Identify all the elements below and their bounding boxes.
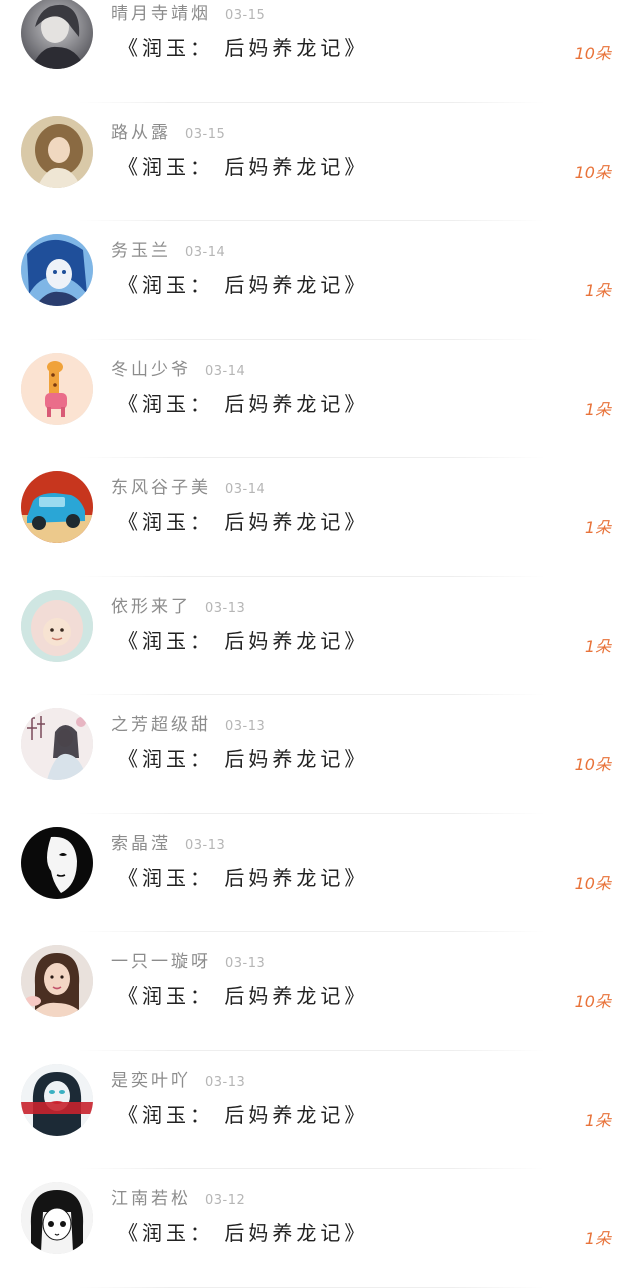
book-title: 《润玉： 后妈养龙记》 — [118, 984, 369, 1008]
flower-count: 1朵 — [584, 399, 611, 419]
book-title: 《润玉： 后妈养龙记》 — [118, 865, 369, 890]
avatar[interactable] — [21, 589, 93, 662]
avatar-curly-hair-portrait-icon — [21, 115, 93, 188]
flower-count: 1朵 — [584, 518, 611, 537]
book-title: 《润玉： 后妈养龙记》 — [118, 154, 369, 179]
user-name: 一只一璇呀 03-13 — [111, 952, 266, 972]
date: 03-13 — [185, 837, 226, 853]
flower-count: 1朵 — [584, 1229, 611, 1248]
list-item[interactable]: 冬山少爷 03-14 《润玉： 后妈养龙记》 1朵 — [0, 340, 633, 458]
avatar[interactable] — [21, 945, 93, 1017]
date: 03-15 — [225, 8, 266, 23]
date: 03-13 — [225, 956, 266, 971]
avatar-calligraphy-figure-icon — [21, 708, 93, 780]
book-title: 《润玉： 后妈养龙记》 — [118, 628, 369, 653]
user-name: 路从露 03-15 — [111, 122, 226, 143]
date: 03-12 — [205, 1193, 246, 1208]
avatar[interactable] — [21, 471, 93, 543]
date: 03-13 — [205, 600, 246, 616]
avatar-white-mask-icon — [21, 826, 93, 899]
book-title: 《润玉： 后妈养龙记》 — [118, 391, 369, 416]
flower-count: 1朵 — [584, 1110, 611, 1130]
date: 03-15 — [185, 126, 226, 142]
flower-count: 10朵 — [574, 992, 611, 1011]
avatar-blue-car-icon — [21, 471, 93, 543]
avatar-manga-girl-icon — [21, 1182, 93, 1254]
flower-count: 1朵 — [584, 636, 611, 656]
list-item[interactable]: 索晶滢 03-13 《润玉： 后妈养龙记》 10朵 — [0, 814, 633, 932]
divider — [78, 1286, 545, 1288]
list-item[interactable]: 依形来了 03-13 《润玉： 后妈养龙记》 1朵 — [0, 577, 633, 695]
book-title: 《润玉： 后妈养龙记》 — [118, 747, 369, 771]
flower-count: 10朵 — [574, 755, 611, 774]
list-item[interactable]: 是奕叶吖 03-13 《润玉： 后妈养龙记》 1朵 — [0, 1051, 633, 1169]
book-title: 《润玉： 后妈养龙记》 — [118, 36, 369, 60]
list-item[interactable]: 务玉兰 03-14 《润玉： 后妈养龙记》 1朵 — [0, 221, 633, 340]
avatar[interactable] — [21, 0, 93, 69]
list-item[interactable]: 路从露 03-15 《润玉： 后妈养龙记》 10朵 — [0, 103, 633, 221]
user-name: 冬山少爷 03-14 — [111, 359, 246, 380]
avatar-baby-hood-icon — [21, 589, 93, 662]
user-name: 务玉兰 03-14 — [111, 241, 226, 261]
book-title: 《润玉： 后妈养龙记》 — [118, 510, 369, 534]
flower-count: 10朵 — [574, 44, 611, 63]
avatar-girl-photo-icon — [21, 945, 93, 1017]
list-item[interactable]: 一只一璇呀 03-13 《润玉： 后妈养龙记》 10朵 — [0, 932, 633, 1051]
avatar-giraffe-icon — [21, 352, 93, 425]
avatar-gray-portrait-icon — [21, 0, 93, 69]
avatar[interactable] — [21, 352, 93, 425]
user-name: 索晶滢 03-13 — [111, 833, 226, 854]
date: 03-13 — [225, 719, 266, 734]
date: 03-14 — [225, 482, 266, 497]
list-item[interactable]: 之芳超级甜 03-13 《润玉： 后妈养龙记》 10朵 — [0, 695, 633, 814]
user-name: 晴月寺靖烟 03-15 — [111, 4, 266, 24]
book-title: 《润玉： 后妈养龙记》 — [118, 1221, 369, 1245]
avatar-anime-blue-icon — [21, 234, 93, 306]
date: 03-13 — [205, 1074, 246, 1090]
list-item[interactable]: 晴月寺靖烟 03-15 《润玉： 后妈养龙记》 10朵 — [0, 0, 633, 103]
date: 03-14 — [205, 363, 246, 379]
user-name: 是奕叶吖 03-13 — [111, 1070, 246, 1091]
list-item[interactable]: 江南若松 03-12 《润玉： 后妈养龙记》 1朵 — [0, 1169, 633, 1288]
flower-count: 10朵 — [574, 873, 611, 893]
avatar[interactable] — [21, 234, 93, 306]
date: 03-14 — [185, 245, 226, 260]
flower-count: 1朵 — [584, 281, 611, 300]
avatar[interactable] — [21, 826, 93, 899]
avatar[interactable] — [21, 115, 93, 188]
avatar[interactable] — [21, 1182, 93, 1254]
avatar[interactable] — [21, 1063, 93, 1136]
gift-record-list: 晴月寺靖烟 03-15 《润玉： 后妈养龙记》 10朵 路从露 03-15 《润玉：… — [0, 0, 633, 1288]
user-name: 依形来了 03-13 — [111, 596, 246, 617]
user-name: 江南若松 03-12 — [111, 1189, 246, 1209]
avatar[interactable] — [21, 708, 93, 780]
flower-count: 10朵 — [574, 162, 611, 182]
user-name: 东风谷子美 03-14 — [111, 478, 266, 498]
book-title: 《润玉： 后妈养龙记》 — [118, 1102, 369, 1127]
book-title: 《润玉： 后妈养龙记》 — [118, 273, 369, 297]
avatar-red-lips-icon — [21, 1063, 93, 1136]
user-name: 之芳超级甜 03-13 — [111, 715, 266, 735]
list-item[interactable]: 东风谷子美 03-14 《润玉： 后妈养龙记》 1朵 — [0, 458, 633, 577]
